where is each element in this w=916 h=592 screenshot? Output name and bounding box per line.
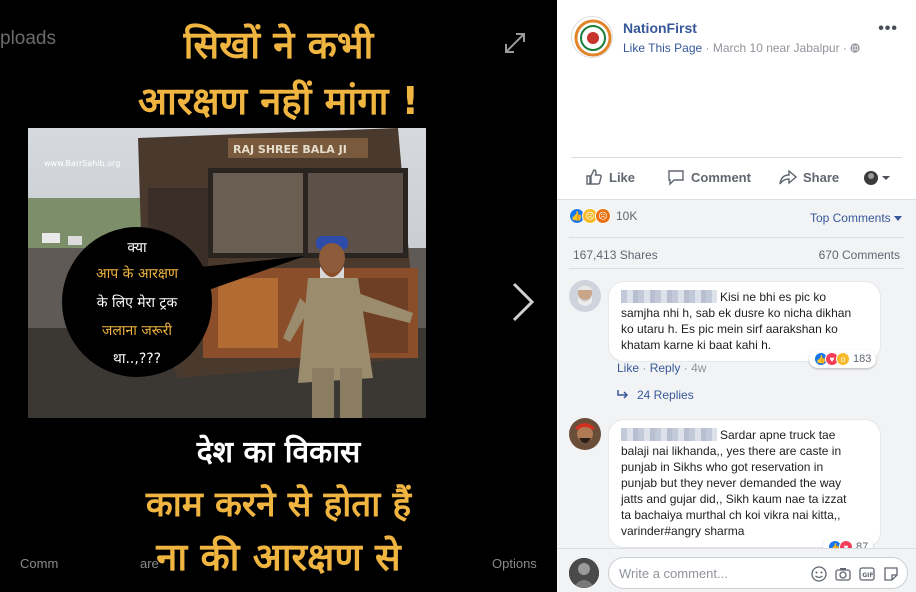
truck-board-text: RAJ SHREE BALA JI bbox=[233, 143, 347, 156]
comment-reactions[interactable]: 👍 ♥ o 183 bbox=[809, 350, 877, 368]
poster-bottom-line1: देश का विकास bbox=[196, 435, 361, 470]
comment-line-5: jatts and gujar did,, Sikh kaum nae ta i… bbox=[621, 492, 847, 506]
bubble-line-5: था..,??? bbox=[112, 351, 162, 367]
comment-avatar[interactable] bbox=[569, 418, 601, 450]
comment-input-placeholder: Write a comment... bbox=[619, 566, 728, 581]
comment-reaction-count: 183 bbox=[853, 353, 872, 365]
share-arrow-icon bbox=[779, 169, 797, 185]
reply-arrow-icon bbox=[617, 390, 629, 399]
comment-line-4: khatam karne ki baat kahi h. bbox=[621, 338, 772, 352]
comment-line-3: ko utaru h. Es pic mein sirf aarakshan k… bbox=[621, 322, 838, 336]
post-date-location[interactable]: March 10 near Jabalpur · bbox=[713, 41, 850, 55]
comment-bubble-icon bbox=[668, 170, 684, 186]
share-button[interactable]: Share bbox=[779, 168, 839, 186]
bubble-line-3: के लिए मेरा ट्रक bbox=[96, 295, 178, 311]
like-button[interactable]: Like bbox=[585, 168, 635, 186]
photo-theater: सिखों ने कभी आरक्षण नहीं मांगा ! RAJ SHR… bbox=[0, 0, 916, 592]
expand-icon[interactable] bbox=[504, 32, 526, 54]
react-as-selector[interactable] bbox=[863, 170, 893, 186]
watermark-text: www.BarrSahib.org bbox=[44, 159, 120, 168]
top-comments-dropdown[interactable]: Top Comments bbox=[810, 211, 902, 225]
comment-bubble: Sardar apne truck tae balaji nai likhand… bbox=[608, 419, 881, 548]
share-ghost-label[interactable]: are bbox=[140, 556, 159, 571]
comment-time[interactable]: 4w bbox=[691, 361, 706, 375]
commenter-name-redacted[interactable] bbox=[621, 290, 717, 303]
comments-divider bbox=[569, 268, 904, 269]
next-photo-arrow-icon[interactable] bbox=[508, 280, 538, 324]
replies-label: 24 Replies bbox=[637, 388, 694, 402]
wow-reaction-icon: o bbox=[836, 352, 850, 366]
photo-viewer[interactable]: सिखों ने कभी आरक्षण नहीं मांगा ! RAJ SHR… bbox=[0, 0, 557, 592]
reaction-summary[interactable]: 👍 ☹ ☹ 10K bbox=[569, 208, 637, 224]
profile-chevron-down-icon bbox=[864, 171, 890, 185]
comments-panel: NationFirst Like This Page · March 10 ne… bbox=[557, 0, 916, 592]
write-comment-bar: Write a comment... GIF bbox=[557, 548, 916, 592]
comments-count-link[interactable]: 670 Comments bbox=[819, 248, 900, 262]
page-name-link[interactable]: NationFirst bbox=[623, 20, 697, 36]
bubble-line-2: आप के आरक्षण bbox=[95, 266, 179, 282]
poster-bottom-line2: काम करने से होता हैं bbox=[145, 485, 412, 525]
poster-headline-line1: सिखों ने कभी bbox=[183, 23, 374, 67]
comment-line-1: Sardar apne truck tae bbox=[720, 428, 836, 442]
view-replies-link[interactable]: 24 Replies bbox=[617, 388, 694, 402]
comment-line-2: samjha nhi h, sab ek dusre ko nicha dikh… bbox=[621, 306, 852, 320]
comment-reply-link[interactable]: Reply bbox=[650, 361, 681, 375]
poster-bottom-line3: ना की आरक्षण से bbox=[156, 535, 401, 579]
comment-avatar[interactable] bbox=[569, 280, 601, 312]
comment-ghost-label[interactable]: Comm bbox=[20, 556, 58, 571]
comment-line-6: ta bachaiya murthal ch koi vikra nai kit… bbox=[621, 508, 841, 522]
comment-label: Comment bbox=[691, 169, 751, 185]
angry-reaction-icon: ☹ bbox=[595, 208, 611, 224]
user-avatar bbox=[569, 558, 599, 588]
bubble-line-4: जलाना जरूरी bbox=[102, 323, 172, 339]
thumbs-up-icon bbox=[586, 169, 602, 185]
reaction-count: 10K bbox=[616, 209, 638, 223]
meta-separator: · bbox=[702, 41, 713, 55]
svg-text:GIF: GIF bbox=[862, 572, 873, 579]
comment-like-link[interactable]: Like bbox=[617, 361, 639, 375]
like-this-page-link[interactable]: Like This Page bbox=[623, 41, 702, 55]
bubble-line-1: क्या bbox=[127, 240, 147, 256]
comment-line-4: punjab but they never demanded the way bbox=[621, 476, 842, 490]
poster-headline-line2: आरक्षण नहीं मांगा ! bbox=[137, 79, 420, 123]
page-avatar[interactable] bbox=[571, 16, 613, 58]
emoji-icon[interactable] bbox=[811, 566, 827, 582]
options-ghost-label[interactable]: Options bbox=[492, 556, 537, 571]
globe-icon bbox=[850, 43, 860, 53]
comment-line-2: balaji nai likhanda,, yes there are cast… bbox=[621, 444, 842, 458]
chevron-down-icon bbox=[894, 216, 902, 221]
comment-line-1: Kisi ne bhi es pic ko bbox=[720, 290, 827, 304]
more-options-icon[interactable]: ••• bbox=[878, 20, 898, 38]
comment-input[interactable]: Write a comment... GIF bbox=[608, 557, 908, 589]
sticker-icon[interactable] bbox=[883, 566, 899, 582]
post-actions-bar: Like Comment Share bbox=[571, 157, 902, 199]
stats-divider bbox=[569, 237, 904, 238]
shares-count-link[interactable]: 167,413 Shares bbox=[573, 248, 658, 262]
comment-button[interactable]: Comment bbox=[667, 168, 751, 186]
gif-icon[interactable]: GIF bbox=[859, 566, 875, 582]
post-header: NationFirst Like This Page · March 10 ne… bbox=[557, 0, 916, 160]
comment-meta: Like · Reply · 4w bbox=[617, 361, 707, 375]
comment-line-7: varinder#angry sharma bbox=[621, 524, 745, 538]
like-label: Like bbox=[609, 169, 636, 185]
comment-line-3: punjab in Sikhs who got reservation in bbox=[621, 460, 824, 474]
commenter-name-redacted[interactable] bbox=[621, 428, 717, 441]
share-label: Share bbox=[803, 169, 840, 185]
uploads-ghost-text: ploads bbox=[0, 28, 56, 49]
poster-image: सिखों ने कभी आरक्षण नहीं मांगा ! RAJ SHR… bbox=[0, 0, 557, 592]
top-comments-label: Top Comments bbox=[809, 211, 891, 225]
camera-icon[interactable] bbox=[835, 566, 851, 582]
post-meta: Like This Page · March 10 near Jabalpur … bbox=[623, 41, 860, 55]
